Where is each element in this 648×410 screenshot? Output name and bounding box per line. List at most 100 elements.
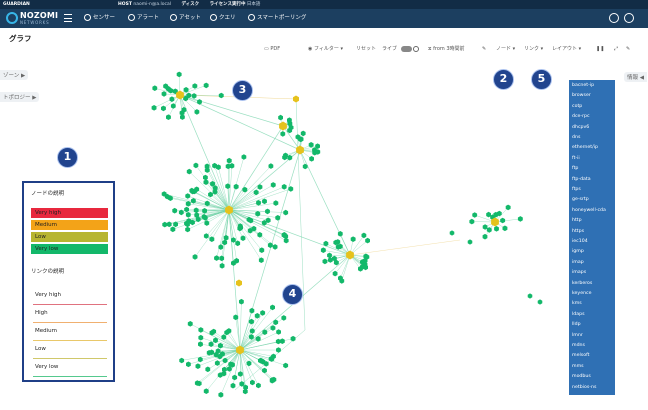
protocol-item[interactable]: honeywell-cda [572, 208, 606, 213]
graph-node[interactable] [290, 335, 296, 342]
graph-node[interactable] [241, 154, 247, 160]
graph-node[interactable] [214, 360, 220, 366]
graph-node[interactable] [283, 237, 289, 244]
graph-node[interactable] [218, 342, 223, 349]
graph-node[interactable] [308, 142, 314, 148]
graph-node[interactable] [279, 121, 287, 131]
graph-node[interactable] [249, 307, 255, 314]
graph-node[interactable] [527, 293, 533, 299]
graph-node[interactable] [186, 361, 191, 368]
protocol-item[interactable]: keyence [572, 291, 592, 296]
graph-node[interactable] [166, 114, 171, 120]
graph-node[interactable] [170, 103, 176, 109]
graph-node[interactable] [192, 254, 198, 260]
graph-node[interactable] [198, 334, 204, 341]
protocol-item[interactable]: ftp [572, 166, 578, 171]
graph-node[interactable] [276, 329, 281, 335]
graph-node[interactable] [502, 225, 508, 232]
graph-node[interactable] [185, 212, 191, 218]
graph-node[interactable] [187, 321, 193, 327]
graph-node[interactable] [467, 239, 473, 245]
protocol-item[interactable]: dns [572, 135, 580, 140]
graph-node[interactable] [250, 379, 255, 386]
graph-node[interactable] [278, 114, 283, 121]
graph-node[interactable] [258, 257, 264, 263]
graph-node[interactable] [191, 93, 197, 99]
graph-node[interactable] [219, 263, 225, 269]
protocol-item[interactable]: mdns [572, 343, 585, 348]
graph-node[interactable] [350, 236, 356, 242]
protocol-item[interactable]: ft-ii [572, 156, 580, 161]
protocol-item[interactable]: kerberos [572, 281, 592, 286]
protocol-item[interactable]: dhcpv6 [572, 125, 589, 130]
graph-node[interactable] [255, 211, 261, 217]
graph-node[interactable] [240, 235, 246, 241]
graph-node[interactable] [494, 226, 499, 232]
graph-node[interactable] [198, 341, 203, 347]
protocol-item[interactable]: browser [572, 93, 591, 98]
graph-node[interactable] [169, 96, 175, 102]
graph-node[interactable] [162, 221, 168, 228]
protocol-item[interactable]: imaps [572, 270, 586, 275]
graph-node[interactable] [170, 226, 176, 233]
graph-node[interactable] [179, 357, 185, 364]
graph-node[interactable] [262, 198, 267, 205]
graph-node[interactable] [281, 315, 287, 321]
graph-node[interactable] [233, 183, 239, 190]
graph-node[interactable] [236, 279, 242, 287]
graph-node[interactable] [232, 374, 238, 381]
graph-node[interactable] [320, 247, 326, 253]
graph-node[interactable] [517, 216, 523, 222]
graph-node[interactable] [225, 183, 231, 189]
graph-node[interactable] [280, 131, 286, 137]
graph-node[interactable] [203, 82, 209, 89]
graph-node[interactable] [246, 360, 252, 367]
graph-node[interactable] [214, 255, 219, 261]
protocol-item[interactable]: lldp [572, 322, 581, 327]
graph-node[interactable] [260, 310, 266, 316]
graph-node[interactable] [482, 224, 488, 230]
graph-node[interactable] [254, 313, 260, 319]
protocol-item[interactable]: melsoft [572, 353, 589, 358]
graph-node[interactable] [172, 207, 178, 214]
graph-node[interactable] [193, 207, 199, 214]
graph-node[interactable] [281, 184, 287, 190]
protocol-item[interactable]: igmp [572, 249, 584, 254]
graph-node[interactable] [262, 367, 267, 374]
graph-node[interactable] [185, 193, 191, 199]
graph-node[interactable] [197, 99, 202, 105]
graph-node[interactable] [183, 87, 189, 93]
graph-node[interactable] [275, 215, 281, 221]
graph-node[interactable] [293, 95, 299, 103]
graph-node[interactable] [469, 218, 475, 225]
graph-node[interactable] [265, 208, 270, 215]
protocol-item[interactable]: ge-srtp [572, 197, 589, 202]
graph-node[interactable] [208, 191, 213, 198]
graph-node[interactable] [256, 382, 261, 389]
graph-node[interactable] [327, 252, 332, 259]
graph-node[interactable] [161, 105, 166, 112]
graph-node[interactable] [272, 244, 278, 250]
protocol-item[interactable]: dce-rpc [572, 114, 590, 119]
protocol-item[interactable]: https [572, 229, 584, 234]
protocol-item[interactable]: iec104 [572, 239, 588, 244]
graph-node[interactable] [500, 217, 506, 224]
graph-node[interactable] [365, 237, 370, 244]
graph-node[interactable] [152, 85, 158, 91]
graph-node[interactable] [361, 232, 367, 239]
graph-node[interactable] [166, 221, 172, 228]
graph-node[interactable] [482, 233, 488, 240]
graph-node[interactable] [270, 182, 276, 188]
graph-node[interactable] [239, 298, 244, 305]
graph-node[interactable] [322, 258, 328, 265]
graph-node[interactable] [230, 382, 236, 389]
graph-node[interactable] [256, 200, 261, 206]
graph-node[interactable] [198, 327, 204, 333]
graph-node[interactable] [161, 91, 167, 97]
graph-node[interactable] [195, 363, 201, 369]
protocol-item[interactable]: mms [572, 364, 584, 369]
graph-node[interactable] [192, 83, 198, 89]
protocol-item[interactable]: ethernet/ip [572, 145, 598, 150]
graph-node[interactable] [235, 240, 241, 247]
graph-node[interactable] [472, 212, 478, 218]
